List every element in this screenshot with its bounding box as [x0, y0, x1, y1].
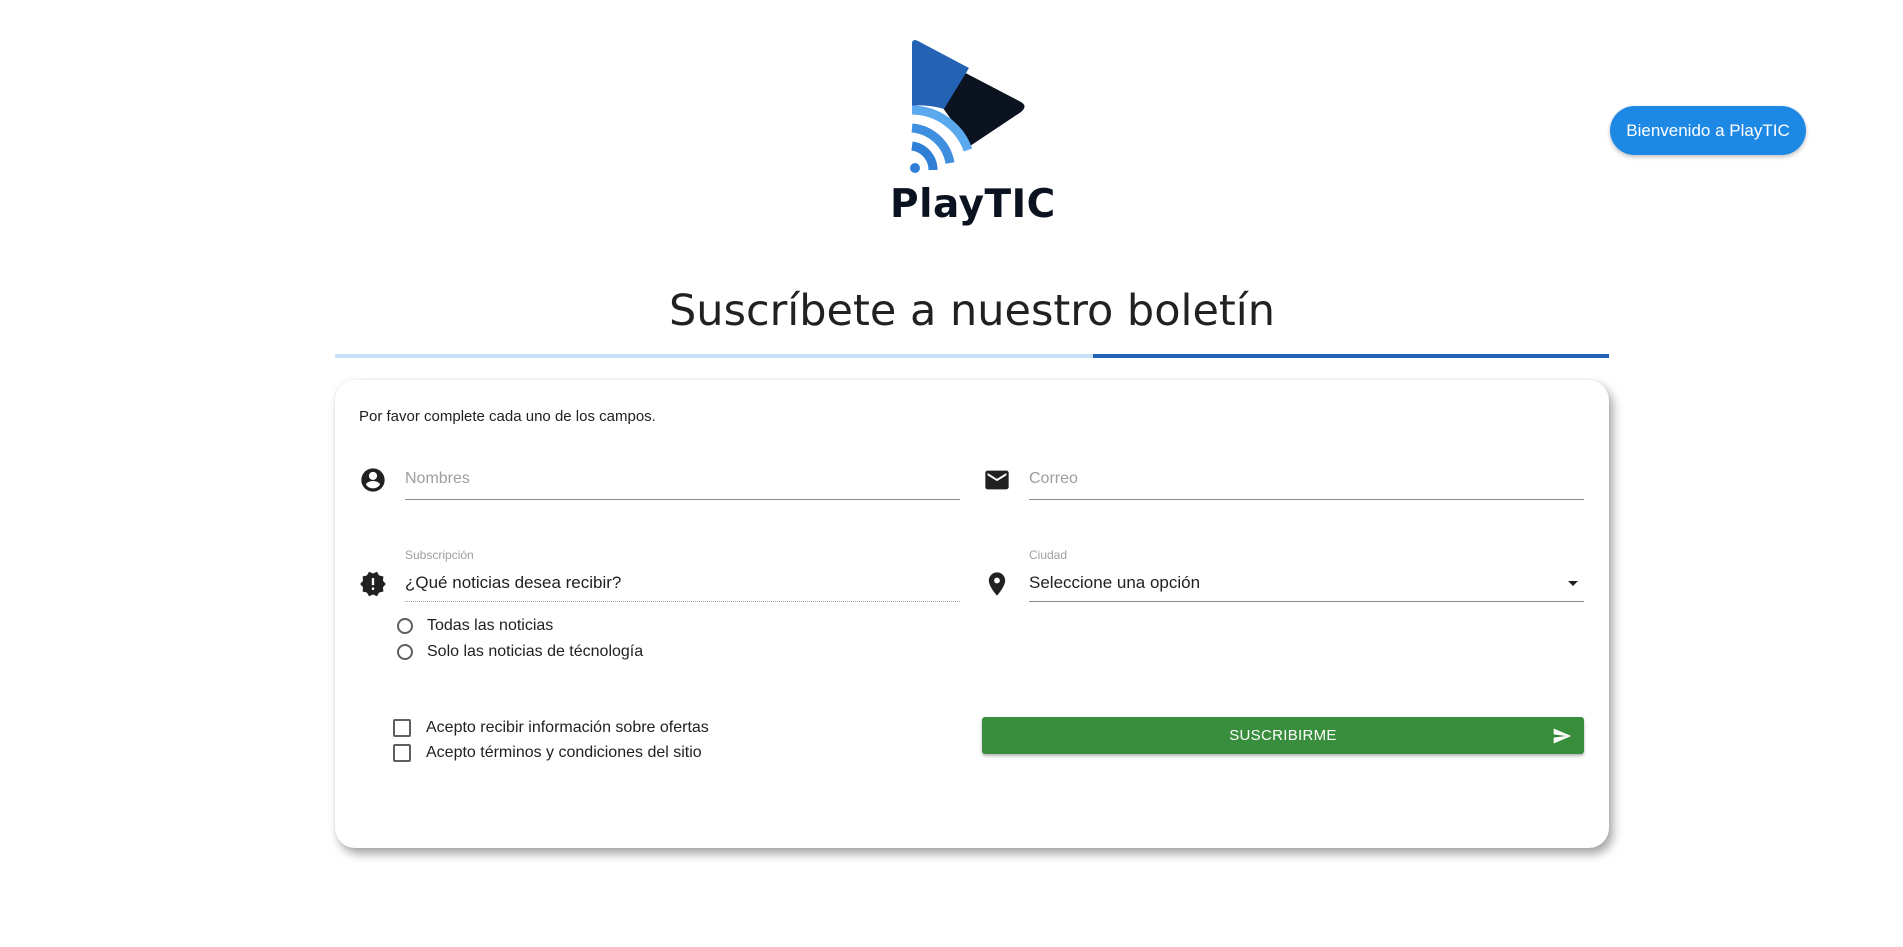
names-input[interactable]	[405, 460, 960, 498]
checkbox-label: Acepto términos y condiciones del sitio	[426, 744, 702, 761]
welcome-button[interactable]: Bienvenido a PlayTIC	[1610, 106, 1806, 155]
title-underline-dark	[1093, 354, 1609, 358]
form-instructions: Por favor complete cada uno de los campo…	[359, 408, 656, 425]
subscription-form-card: Por favor complete cada uno de los campo…	[335, 380, 1609, 848]
subscribe-button[interactable]: SUSCRIBIRME	[982, 717, 1584, 754]
checkbox[interactable]	[393, 744, 411, 762]
city-select-value: Seleccione una opción	[1029, 573, 1201, 592]
radio-label: Solo las noticias de técnología	[427, 643, 644, 660]
city-select[interactable]: Seleccione una opción	[1029, 566, 1584, 602]
map-marker-icon	[983, 570, 1011, 598]
email-field[interactable]	[1029, 460, 1584, 500]
radio-label: Todas las noticias	[427, 617, 554, 634]
send-icon	[1553, 728, 1572, 744]
checkbox-offers[interactable]: Acepto recibir información sobre ofertas	[393, 719, 709, 737]
radio-button[interactable]	[397, 618, 413, 634]
logo-text: PlayTIC	[890, 182, 1056, 227]
alert-decagram-icon	[359, 570, 387, 598]
checkbox-label: Acepto recibir información sobre ofertas	[426, 719, 709, 736]
names-field[interactable]	[405, 460, 960, 500]
checkbox[interactable]	[393, 719, 411, 737]
subscribe-button-label: SUSCRIBIRME	[1229, 727, 1337, 744]
playtic-logo: PlayTIC	[890, 38, 1056, 228]
chevron-down-icon[interactable]	[1568, 581, 1578, 586]
mail-icon	[983, 466, 1011, 494]
page-title: Suscríbete a nuestro boletín	[669, 286, 1275, 336]
account-circle-icon	[359, 466, 387, 494]
play-wifi-logo-icon	[910, 40, 1025, 173]
subscription-label: Subscripción	[405, 548, 474, 562]
email-input[interactable]	[1029, 460, 1584, 498]
checkbox-terms[interactable]: Acepto términos y condiciones del sitio	[393, 744, 702, 762]
radio-tech-news[interactable]: Solo las noticias de técnología	[397, 643, 643, 661]
city-label: Ciudad	[1029, 548, 1068, 562]
title-underline-light	[335, 354, 1093, 358]
radio-all-news[interactable]: Todas las noticias	[397, 617, 553, 635]
subscription-select[interactable]: ¿Qué noticias desea recibir?	[405, 566, 960, 602]
radio-button[interactable]	[397, 644, 413, 660]
